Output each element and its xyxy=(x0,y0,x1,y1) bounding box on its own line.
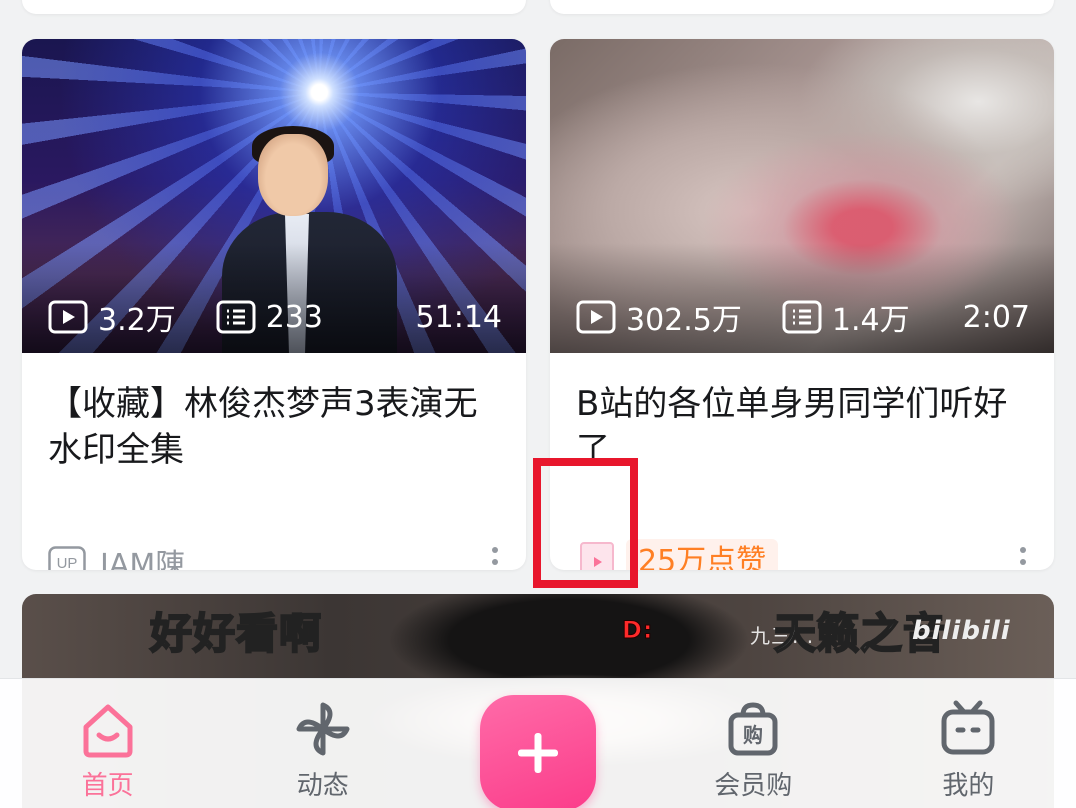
danmaku-count: 233 xyxy=(216,300,323,335)
more-options-icon[interactable] xyxy=(482,539,508,570)
bilibili-watermark: bilibili xyxy=(912,616,1011,646)
danmaku-icon xyxy=(782,300,822,334)
video-thumbnail[interactable]: 302.5万 1.4万 2:07 xyxy=(550,39,1054,353)
tab-member-shop[interactable]: 购 会员购 xyxy=(646,679,861,808)
svg-text:UP: UP xyxy=(57,555,78,570)
tab-publish[interactable] xyxy=(430,679,645,808)
view-count: 3.2万 xyxy=(48,295,176,339)
danmaku-icon xyxy=(216,300,256,334)
video-stats: 302.5万 1.4万 2:07 xyxy=(576,295,1030,339)
uploader-name: IAM陳 xyxy=(100,548,186,570)
tv-icon xyxy=(941,700,995,755)
pinwheel-icon xyxy=(296,702,350,756)
play-tag-icon[interactable] xyxy=(580,542,614,570)
card-meta: UP IAM陳 xyxy=(48,539,508,570)
tab-home[interactable]: 首页 xyxy=(0,679,215,808)
uploader[interactable]: UP IAM陳 xyxy=(48,540,185,570)
danmaku-text: 好好看啊 xyxy=(149,608,323,659)
previous-card-left-bottom[interactable] xyxy=(22,0,526,14)
video-duration: 2:07 xyxy=(962,299,1030,335)
video-title[interactable]: B站的各位单身男同学们听好了 xyxy=(576,381,1036,473)
plus-icon[interactable] xyxy=(480,695,596,808)
video-stats: 3.2万 233 51:14 xyxy=(48,295,502,339)
play-count-icon xyxy=(576,300,616,334)
shopping-bag-icon: 购 xyxy=(728,702,778,756)
svg-text:购: 购 xyxy=(743,723,763,747)
like-count-badge: 25万点赞 xyxy=(626,539,779,570)
previous-card-right-bottom[interactable] xyxy=(550,0,1054,14)
up-badge-icon: UP xyxy=(48,546,86,570)
tab-mine[interactable]: 我的 xyxy=(861,679,1076,808)
play-count-icon xyxy=(48,300,88,334)
video-duration: 51:14 xyxy=(415,299,502,335)
tab-dynamic[interactable]: 动态 xyxy=(215,679,430,808)
video-card-right[interactable]: 302.5万 1.4万 2:07 B站的各位单身男同学们听好了 25万点赞 xyxy=(550,39,1054,570)
video-thumbnail[interactable]: 3.2万 233 51:14 xyxy=(22,39,526,353)
view-count: 302.5万 xyxy=(576,295,742,339)
danmaku-text: D: xyxy=(622,616,654,645)
video-card-left[interactable]: 3.2万 233 51:14 【收藏】林俊杰梦声3表演无水印全集 UP IAM陳 xyxy=(22,39,526,570)
video-title[interactable]: 【收藏】林俊杰梦声3表演无水印全集 xyxy=(48,381,508,473)
bottom-tab-bar: 首页 动态 购 会员购 我的 xyxy=(0,678,1076,808)
more-options-icon[interactable] xyxy=(1010,539,1036,570)
card-meta: 25万点赞 xyxy=(576,539,1036,570)
home-icon xyxy=(83,704,133,758)
danmaku-count: 1.4万 xyxy=(782,295,910,339)
